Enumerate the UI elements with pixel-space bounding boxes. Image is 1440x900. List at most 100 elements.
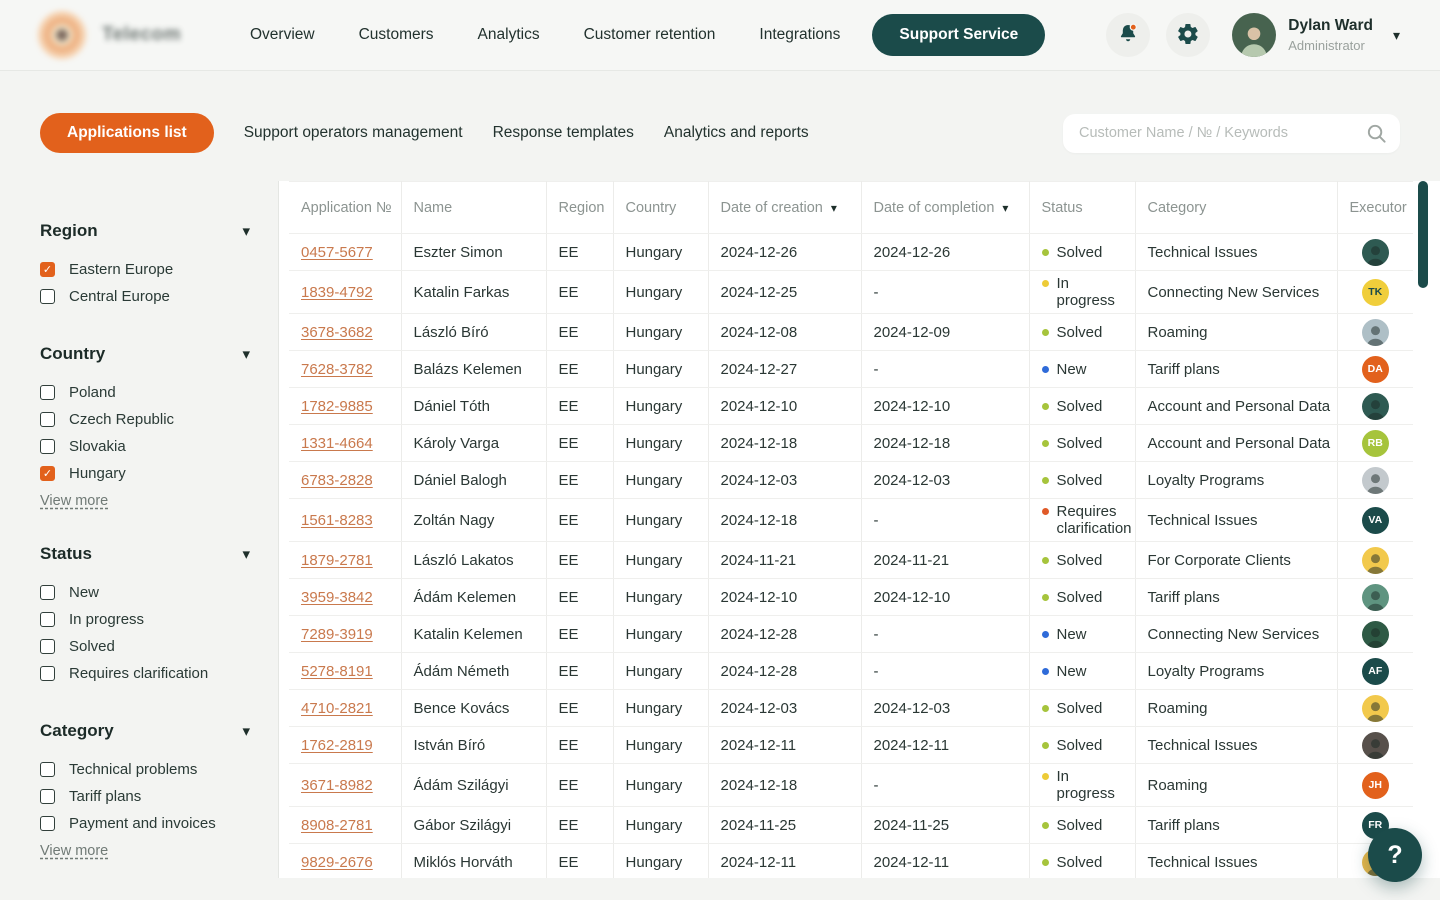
cell-status: Solved	[1029, 388, 1135, 425]
checkbox[interactable]	[40, 585, 55, 600]
executor-avatar[interactable]	[1362, 732, 1389, 759]
cell-date-of-completion: -	[861, 271, 1029, 314]
filter-section-header[interactable]: Status ▾	[40, 540, 250, 567]
cell-date-of-creation: 2024-11-21	[708, 542, 861, 579]
application-link[interactable]: 7628-3782	[301, 361, 373, 378]
cell-application-no: 1879-2781	[289, 542, 401, 579]
settings-button[interactable]	[1166, 13, 1210, 57]
nav-item-overview[interactable]: Overview	[250, 26, 315, 44]
chevron-down-icon[interactable]: ▾	[1393, 27, 1400, 44]
checkbox[interactable]	[40, 289, 55, 304]
filter-option-payment-and-invoices[interactable]: Payment and invoices	[40, 810, 250, 837]
filter-option-slovakia[interactable]: Slovakia	[40, 433, 250, 460]
checkbox[interactable]	[40, 762, 55, 777]
application-link[interactable]: 1331-4664	[301, 435, 373, 452]
cell-country: Hungary	[613, 314, 708, 351]
nav-item-customers[interactable]: Customers	[359, 26, 434, 44]
application-link[interactable]: 9829-2676	[301, 854, 373, 871]
filter-option-hungary[interactable]: ✓ Hungary	[40, 460, 250, 487]
executor-avatar[interactable]	[1362, 547, 1389, 574]
filter-option-in-progress[interactable]: In progress	[40, 606, 250, 633]
executor-avatar[interactable]: AF	[1362, 658, 1389, 685]
application-link[interactable]: 3678-3682	[301, 324, 373, 341]
executor-avatar[interactable]	[1362, 467, 1389, 494]
cell-date-of-completion: 2024-12-10	[861, 579, 1029, 616]
application-link[interactable]: 4710-2821	[301, 700, 373, 717]
help-button[interactable]: ?	[1368, 828, 1422, 882]
executor-avatar[interactable]: DA	[1362, 356, 1389, 383]
checkbox[interactable]	[40, 439, 55, 454]
cell-date-of-completion: -	[861, 653, 1029, 690]
nav-item-analytics[interactable]: Analytics	[478, 26, 540, 44]
support-service-button[interactable]: Support Service	[872, 14, 1045, 56]
checkbox[interactable]	[40, 789, 55, 804]
executor-avatar[interactable]	[1362, 584, 1389, 611]
notifications-button[interactable]	[1106, 13, 1150, 57]
tab-support-operators-management[interactable]: Support operators management	[244, 113, 463, 153]
application-link[interactable]: 1561-8283	[301, 512, 373, 529]
filter-option-tariff-plans[interactable]: Tariff plans	[40, 783, 250, 810]
nav-item-integrations[interactable]: Integrations	[759, 26, 840, 44]
filter-section-header[interactable]: Region ▾	[40, 217, 250, 244]
application-link[interactable]: 7289-3919	[301, 626, 373, 643]
checkbox[interactable]	[40, 385, 55, 400]
executor-avatar[interactable]	[1362, 393, 1389, 420]
filter-option-solved[interactable]: Solved	[40, 633, 250, 660]
application-link[interactable]: 6783-2828	[301, 472, 373, 489]
table-row: 1331-4664 Károly Varga EE Hungary 2024-1…	[289, 425, 1413, 462]
view-more-link[interactable]: View more	[40, 843, 108, 859]
filter-section-header[interactable]: Country ▾	[40, 340, 250, 367]
application-link[interactable]: 1879-2781	[301, 552, 373, 569]
tab-applications-list[interactable]: Applications list	[40, 113, 214, 153]
executor-avatar[interactable]: VA	[1362, 507, 1389, 534]
checkbox[interactable]	[40, 666, 55, 681]
sort-icon[interactable]: ▾	[831, 201, 837, 215]
application-link[interactable]: 1839-4792	[301, 284, 373, 301]
application-link[interactable]: 3671-8982	[301, 777, 373, 794]
column-header-date-of-completion[interactable]: Date of completion▾	[861, 182, 1029, 234]
application-link[interactable]: 8908-2781	[301, 817, 373, 834]
cell-executor: TK	[1337, 271, 1413, 314]
search-icon[interactable]	[1365, 122, 1388, 150]
checkbox[interactable]	[40, 612, 55, 627]
filter-option-czech-republic[interactable]: Czech Republic	[40, 406, 250, 433]
application-link[interactable]: 3959-3842	[301, 589, 373, 606]
cell-region: EE	[546, 727, 613, 764]
checkbox[interactable]	[40, 816, 55, 831]
application-link[interactable]: 1762-2819	[301, 737, 373, 754]
nav-item-customer-retention[interactable]: Customer retention	[584, 26, 716, 44]
application-link[interactable]: 0457-5677	[301, 244, 373, 261]
executor-avatar[interactable]: RB	[1362, 430, 1389, 457]
filter-option-requires-clarification[interactable]: Requires clarification	[40, 660, 250, 687]
checkbox[interactable]	[40, 639, 55, 654]
executor-avatar[interactable]: JH	[1362, 772, 1389, 799]
executor-avatar[interactable]	[1362, 695, 1389, 722]
executor-avatar[interactable]	[1362, 319, 1389, 346]
filter-option-poland[interactable]: Poland	[40, 379, 250, 406]
checkbox[interactable]: ✓	[40, 262, 55, 277]
tab-response-templates[interactable]: Response templates	[493, 113, 634, 153]
tab-analytics-and-reports[interactable]: Analytics and reports	[664, 113, 809, 153]
filter-option-label: In progress	[69, 611, 144, 628]
column-header-date-of-creation[interactable]: Date of creation▾	[708, 182, 861, 234]
filter-option-new[interactable]: New	[40, 579, 250, 606]
application-link[interactable]: 1782-9885	[301, 398, 373, 415]
application-link[interactable]: 5278-8191	[301, 663, 373, 680]
filter-option-central-europe[interactable]: Central Europe	[40, 283, 250, 310]
filter-option-eastern-europe[interactable]: ✓ Eastern Europe	[40, 256, 250, 283]
executor-avatar[interactable]: TK	[1362, 279, 1389, 306]
cell-executor: RB	[1337, 425, 1413, 462]
view-more-link[interactable]: View more	[40, 493, 108, 509]
status-label: In progress	[1057, 275, 1123, 309]
filter-option-technical-problems[interactable]: Technical problems	[40, 756, 250, 783]
executor-avatar[interactable]	[1362, 239, 1389, 266]
cell-country: Hungary	[613, 388, 708, 425]
checkbox[interactable]	[40, 412, 55, 427]
executor-avatar[interactable]	[1362, 621, 1389, 648]
sort-icon[interactable]: ▾	[1002, 201, 1008, 215]
vertical-scrollbar[interactable]	[1418, 181, 1428, 288]
filter-section-header[interactable]: Category ▾	[40, 717, 250, 744]
user-menu[interactable]: Dylan Ward Administrator ▾	[1232, 13, 1400, 57]
checkbox[interactable]: ✓	[40, 466, 55, 481]
search-input[interactable]	[1063, 114, 1400, 153]
